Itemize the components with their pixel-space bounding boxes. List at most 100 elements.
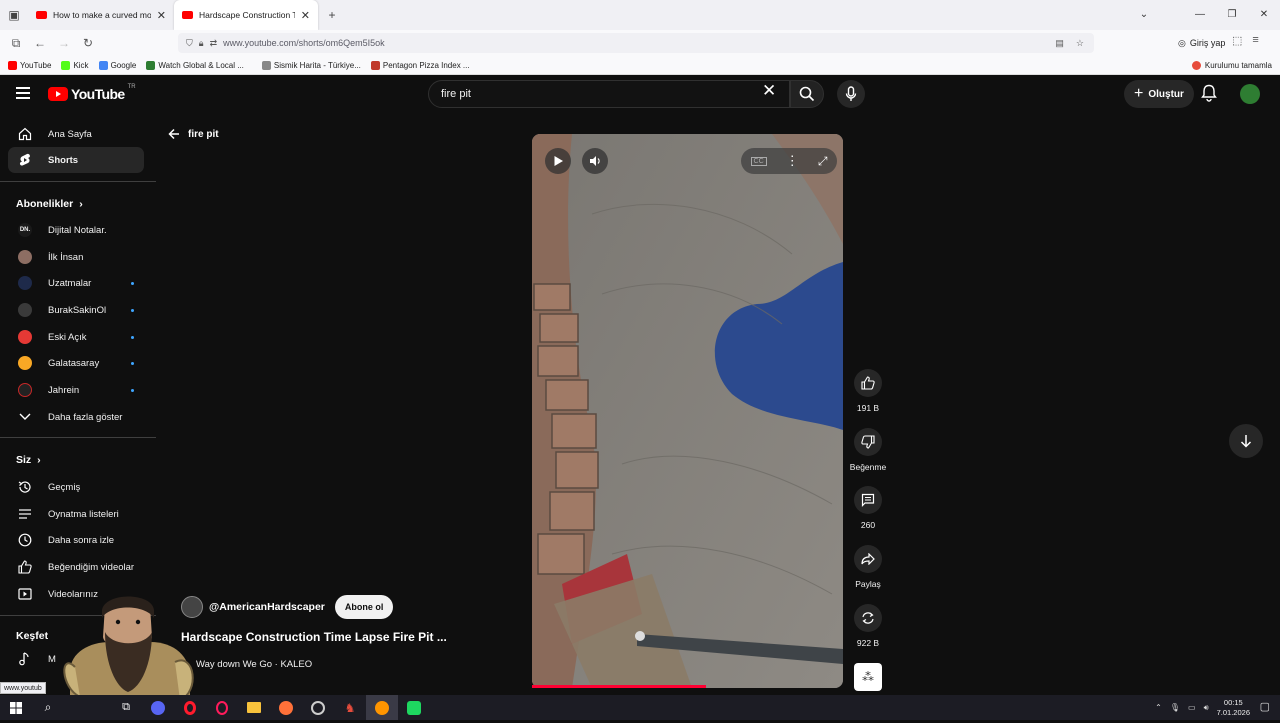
account-avatar[interactable] <box>1240 84 1260 104</box>
create-button[interactable]: + Oluştur <box>1124 80 1194 108</box>
search-button[interactable] <box>790 80 824 108</box>
play-button[interactable] <box>545 148 571 174</box>
permissions-icon[interactable]: ⇄ <box>210 38 218 49</box>
guide-menu-icon[interactable] <box>16 87 30 99</box>
video-progress-bar[interactable] <box>532 685 706 688</box>
shield-icon[interactable]: ⛉ <box>186 38 193 49</box>
restore-icon[interactable]: ❐ <box>1216 0 1248 30</box>
fullscreen-icon[interactable]: ⤢ <box>818 154 828 169</box>
next-video-button[interactable] <box>1229 424 1263 458</box>
extensions-icon[interactable]: ⬚ <box>1232 34 1242 47</box>
reader-view-icon[interactable]: ▤ <box>1055 38 1064 49</box>
game-app-icon[interactable]: ♞ <box>334 695 366 720</box>
bookmark-youtube[interactable]: YouTube <box>8 60 51 70</box>
share-label: Paylaş <box>855 579 881 589</box>
start-menu-icon[interactable] <box>0 695 32 720</box>
new-tab-button[interactable]: + <box>318 8 346 22</box>
channel-avatar: DN. <box>18 223 32 237</box>
sidebar-channel-buraksakinol[interactable]: BurakSakinOl <box>8 297 144 323</box>
reload-icon[interactable]: ↻ <box>76 36 100 50</box>
comments-button[interactable]: 260 <box>848 486 888 530</box>
subscribe-button[interactable]: Abone ol <box>334 595 394 619</box>
sidebar-item-home[interactable]: Ana Sayfa <box>8 121 144 147</box>
minimize-icon[interactable]: — <box>1184 0 1216 30</box>
voice-search-button[interactable] <box>837 80 865 108</box>
file-explorer-icon[interactable] <box>238 695 270 720</box>
messenger-icon[interactable] <box>398 695 430 720</box>
back-icon[interactable]: ← <box>28 36 52 50</box>
bookmark-pentagon-pizza[interactable]: Pentagon Pizza Index ... <box>370 60 470 70</box>
weather-icon[interactable] <box>64 695 110 720</box>
microphone-tray-icon[interactable]: 🎙︎ <box>1170 703 1180 712</box>
subscriptions-heading[interactable]: Abonelikler › <box>16 198 83 210</box>
show-more-button[interactable]: Daha fazla göster <box>8 404 144 430</box>
search-input[interactable]: fire pit <box>428 80 790 108</box>
sidebar-item-liked-videos[interactable]: Beğendiğim videolar <box>8 554 144 580</box>
firefox-active-icon[interactable] <box>366 695 398 720</box>
url-text[interactable]: www.youtube.com/shorts/om6Qem5I5ok <box>223 38 385 48</box>
signin-button[interactable]: ◎ Giriş yap <box>1172 34 1231 52</box>
tab-close-icon[interactable]: ✕ <box>157 9 166 22</box>
sidebar-channel-dijital-notalar[interactable]: DN. Dijital Notalar. <box>8 217 144 243</box>
network-icon[interactable]: ▭ <box>1188 703 1196 712</box>
clear-search-icon[interactable]: ✕ <box>762 81 776 101</box>
sidebar-item-history[interactable]: Geçmiş <box>8 474 144 500</box>
channel-name-link[interactable]: @AmericanHardscaper <box>209 601 325 613</box>
like-count: 191 B <box>856 403 880 413</box>
discord-icon[interactable] <box>142 695 174 720</box>
firefox-icon[interactable] <box>270 695 302 720</box>
chrome-icon[interactable] <box>302 695 334 720</box>
notifications-icon[interactable]: ▢ <box>1260 700 1270 713</box>
youtube-logo[interactable]: YouTube TR <box>48 84 136 102</box>
sidebar-channel-ilk-insan[interactable]: İlk İnsan <box>8 244 144 270</box>
speaker-icon[interactable]: 🔊︎ <box>1204 703 1209 713</box>
sidebar-toggle-icon[interactable]: ⧉ <box>4 36 28 51</box>
share-button[interactable]: Paylaş <box>848 545 888 589</box>
forward-icon[interactable]: → <box>52 36 76 50</box>
dislike-button[interactable]: Beğenme <box>848 428 888 472</box>
you-heading[interactable]: Siz › <box>16 454 41 466</box>
volume-icon <box>590 156 600 166</box>
sound-thumbnail[interactable]: ⁂ <box>848 663 888 691</box>
finish-setup-link[interactable]: Kurulumu tamamla <box>1191 56 1272 75</box>
shorts-video-player[interactable] <box>532 134 843 688</box>
sidebar-item-shorts[interactable]: Shorts <box>8 147 144 173</box>
like-button[interactable]: 191 B <box>848 369 888 413</box>
browser-tab-2[interactable]: Hardscape Construction Time L ✕ <box>174 0 318 30</box>
system-clock[interactable]: 00:15 7.01.2026 <box>1217 698 1250 718</box>
bookmark-sismik-harita[interactable]: Sismik Harita - Türkiye... <box>261 60 361 70</box>
volume-button[interactable] <box>582 148 608 174</box>
channel-avatar[interactable] <box>181 596 203 618</box>
music-credit-link[interactable]: Way down We Go · KALEO <box>196 659 312 670</box>
search-icon[interactable]: ⌕ <box>32 695 64 720</box>
bookmark-watch-global[interactable]: Watch Global & Local ... <box>146 60 244 70</box>
close-window-icon[interactable]: ✕ <box>1248 0 1280 30</box>
bookmark-star-icon[interactable]: ☆ <box>1076 38 1084 49</box>
sidebar-item-watch-later[interactable]: Daha sonra izle <box>8 527 144 553</box>
more-options-icon[interactable]: ⋮ <box>786 153 799 169</box>
browser-tab-1[interactable]: How to make a curved modern ✕ <box>28 0 174 30</box>
lock-icon[interactable]: 🔒︎ <box>199 38 204 49</box>
tab-list-icon[interactable]: ▣ <box>0 8 28 22</box>
menu-icon[interactable]: ≡ <box>1252 34 1258 47</box>
tab-overflow-icon[interactable]: ⌄ <box>1128 0 1160 30</box>
back-to-search-link[interactable]: fire pit <box>168 128 219 140</box>
sidebar-channel-eski-acik[interactable]: Eski Açık <box>8 324 144 350</box>
url-bar[interactable]: ⛉ 🔒︎ ⇄ www.youtube.com/shorts/om6Qem5I5o… <box>178 33 1094 53</box>
tab-close-icon[interactable]: ✕ <box>301 9 310 22</box>
sidebar-channel-jahrein[interactable]: Jahrein <box>8 377 144 403</box>
chevron-up-icon[interactable]: ⌃ <box>1155 703 1162 712</box>
channel-avatar <box>18 330 32 344</box>
captions-icon[interactable]: CC <box>750 156 767 166</box>
task-view-icon[interactable]: ⧉ <box>110 695 142 720</box>
sidebar-item-playlists[interactable]: Oynatma listeleri <box>8 501 144 527</box>
opera-gx-icon[interactable] <box>206 695 238 720</box>
remix-button[interactable]: 922 B <box>848 604 888 648</box>
notifications-bell-icon[interactable] <box>1201 84 1217 105</box>
video-title[interactable]: Hardscape Construction Time Lapse Fire P… <box>181 630 447 644</box>
bookmark-kick[interactable]: Kick <box>61 60 89 70</box>
bookmark-google[interactable]: Google <box>98 60 136 70</box>
sidebar-channel-galatasaray[interactable]: Galatasaray <box>8 350 144 376</box>
sidebar-channel-uzatmalar[interactable]: Uzatmalar <box>8 270 144 296</box>
opera-icon[interactable] <box>174 695 206 720</box>
